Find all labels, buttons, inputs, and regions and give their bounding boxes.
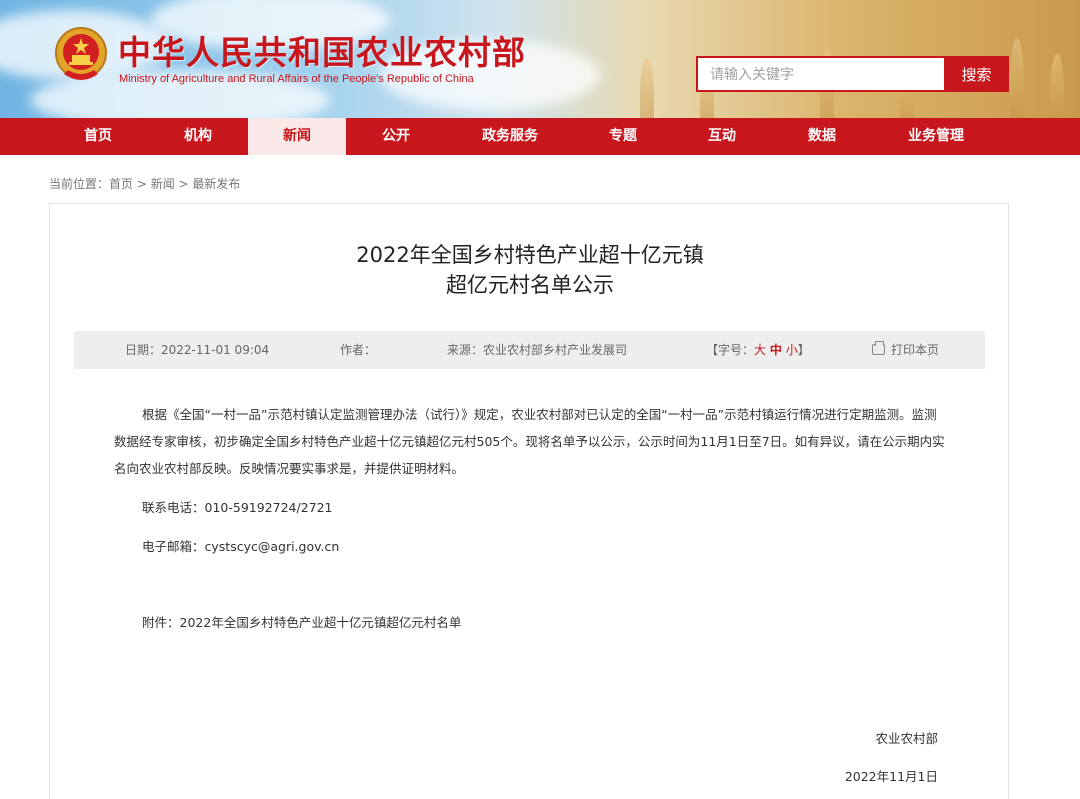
article-meta-bar: 日期：2022-11-01 09:04 作者： 来源：农业农村部乡村产业发展司 … (74, 331, 985, 369)
printer-icon (872, 341, 885, 355)
email-label: 电子邮箱： (142, 539, 205, 554)
header-banner: 中华人民共和国农业农村部 Ministry of Agriculture and… (0, 0, 1080, 118)
font-size-large-button[interactable]: 大 (754, 343, 766, 357)
search-input[interactable] (696, 56, 944, 92)
print-label: 打印本页 (891, 343, 940, 357)
breadcrumb-prefix: 当前位置： (49, 177, 110, 191)
article-title: 2022年全国乡村特色产业超十亿元镇 超亿元村名单公示 (0, 240, 1060, 300)
attachment-label: 附件： (142, 615, 180, 630)
site-subtitle: Ministry of Agriculture and Rural Affair… (119, 73, 474, 85)
article-author: 作者： (340, 343, 377, 357)
banner-wheat (640, 58, 654, 118)
article-source: 来源：农业农村部乡村产业发展司 (447, 343, 628, 357)
article-title-line2: 超亿元村名单公示 (446, 273, 614, 297)
signature-org: 农业农村部 (875, 731, 938, 746)
main-nav: 首页 机构 新闻 公开 政务服务 专题 互动 数据 业务管理 (0, 118, 1080, 155)
banner-wheat (1010, 38, 1024, 118)
nav-item-interaction[interactable]: 互动 (684, 118, 760, 155)
contact-email: 电子邮箱：cystscyc@agri.gov.cn (142, 536, 339, 555)
nav-item-topics[interactable]: 专题 (585, 118, 661, 155)
national-emblem-icon[interactable] (54, 26, 108, 86)
banner-wheat (1050, 54, 1064, 118)
attachment: 附件：2022年全国乡村特色产业超十亿元镇超亿元村名单 (142, 612, 461, 631)
email-link[interactable]: cystscyc@agri.gov.cn (205, 539, 340, 554)
nav-item-organization[interactable]: 机构 (160, 118, 236, 155)
nav-item-news[interactable]: 新闻 (248, 118, 346, 155)
nav-item-business[interactable]: 业务管理 (890, 118, 982, 155)
nav-item-data[interactable]: 数据 (784, 118, 860, 155)
breadcrumb: 当前位置：首页 > 新闻 > 最新发布 (49, 175, 240, 192)
article-title-line1: 2022年全国乡村特色产业超十亿元镇 (356, 243, 704, 267)
breadcrumb-separator: > (133, 177, 151, 191)
breadcrumb-news[interactable]: 新闻 (151, 177, 175, 191)
nav-item-gov-services[interactable]: 政务服务 (466, 118, 554, 155)
search-button[interactable]: 搜索 (944, 56, 1009, 92)
nav-item-home[interactable]: 首页 (60, 118, 136, 155)
breadcrumb-latest[interactable]: 最新发布 (192, 177, 240, 191)
font-size-control: 【字号：大 中 小】 (706, 331, 810, 369)
breadcrumb-separator: > (174, 177, 193, 191)
site-title[interactable]: 中华人民共和国农业农村部 (118, 26, 526, 74)
signature-date: 2022年11月1日 (844, 769, 938, 784)
font-size-medium-button[interactable]: 中 (770, 343, 782, 357)
font-size-end: 】 (797, 343, 810, 357)
article-date: 日期：2022-11-01 09:04 (125, 343, 270, 357)
print-button[interactable]: 打印本页 (872, 331, 939, 369)
font-size-small-button[interactable]: 小 (786, 343, 798, 357)
attachment-link[interactable]: 2022年全国乡村特色产业超十亿元镇超亿元村名单 (180, 615, 462, 630)
article-paragraph: 根据《全国“一村一品”示范村镇认定监测管理办法（试行）》规定，农业农村部对已认定… (114, 407, 945, 476)
contact-phone: 联系电话：010-59192724/2721 (142, 500, 333, 515)
nav-item-public[interactable]: 公开 (358, 118, 434, 155)
font-size-label: 【字号： (706, 343, 755, 357)
breadcrumb-home[interactable]: 首页 (109, 177, 133, 191)
